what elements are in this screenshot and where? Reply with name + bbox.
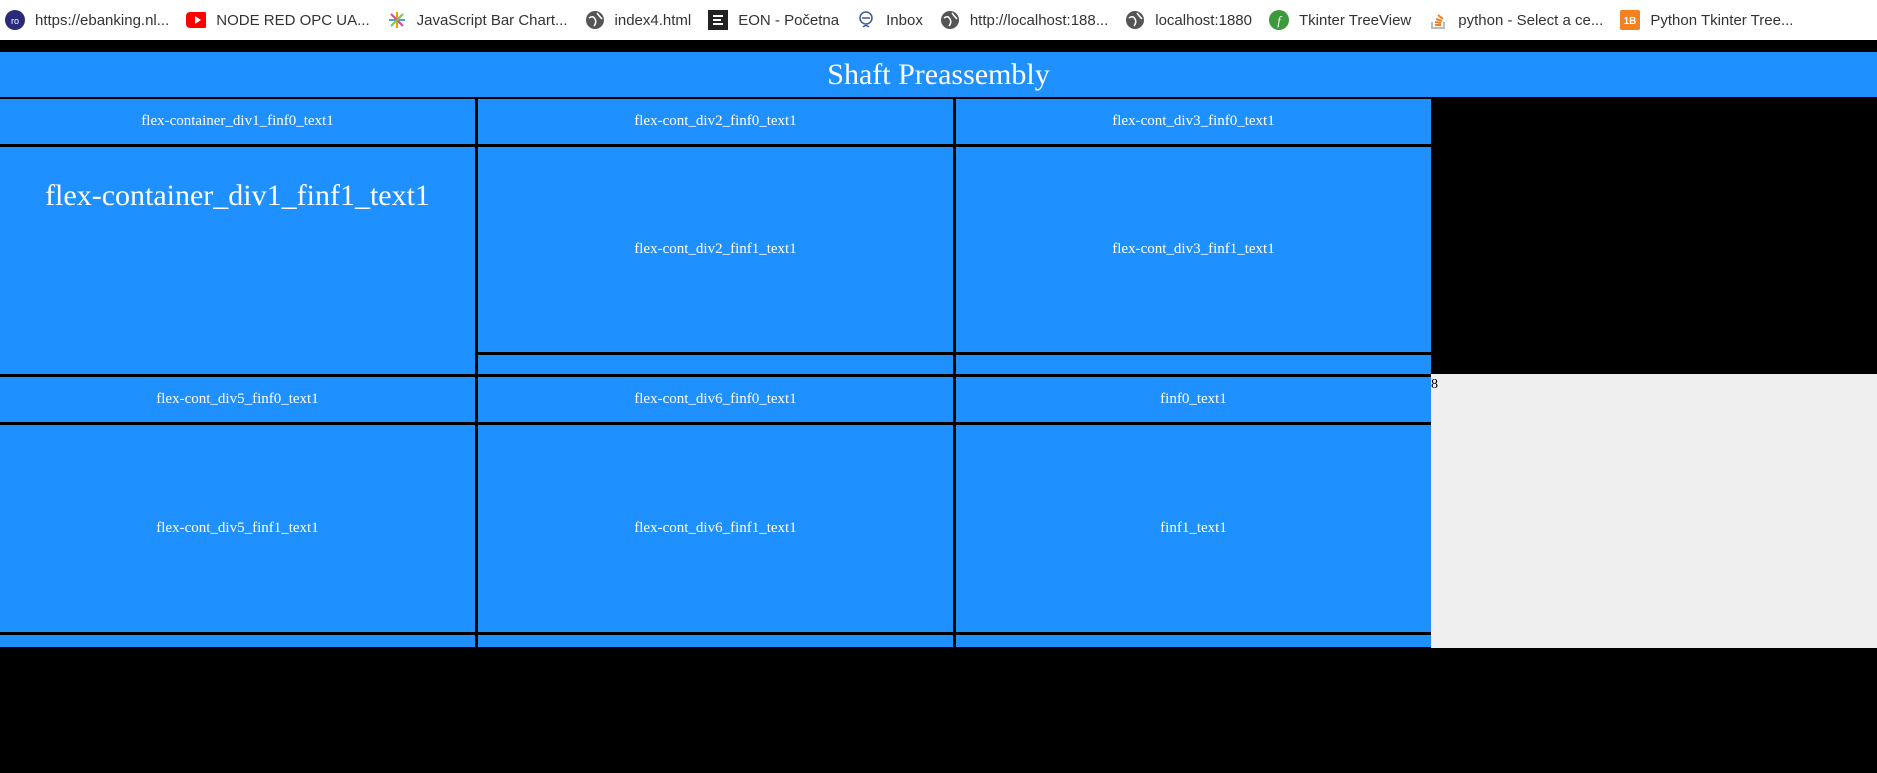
div7-footer-bar <box>956 635 1431 647</box>
stackoverflow-icon <box>1428 10 1448 30</box>
bookmark-label: Tkinter TreeView <box>1299 11 1412 29</box>
bookmark-eon[interactable]: EON - Početna <box>703 0 851 40</box>
bookmark-python-tkinter-tree[interactable]: 1B Python Tkinter Tree... <box>1615 0 1805 40</box>
mail-icon <box>856 10 876 30</box>
bookmark-node-red-opc[interactable]: NODE RED OPC UA... <box>181 0 381 40</box>
page-title: Shaft Preassembly <box>0 52 1877 97</box>
div6-footer-bar <box>478 635 953 647</box>
div7-finf0: finf0_text1 <box>956 377 1431 422</box>
div3-footer-bar <box>956 355 1431 374</box>
div1-finf0: flex-container_div1_finf0_text1 <box>0 99 475 144</box>
div6-finf0: flex-cont_div6_finf0_text1 <box>478 377 953 422</box>
div1-finf1: flex-container_div1_finf1_text1 <box>0 147 475 374</box>
globe-icon <box>940 10 960 30</box>
bookmark-js-bar-chart[interactable]: JavaScript Bar Chart... <box>382 0 580 40</box>
bookmark-python-select[interactable]: python - Select a ce... <box>1423 0 1615 40</box>
div2-finf0: flex-cont_div2_finf0_text1 <box>478 99 953 144</box>
sparkle-icon <box>387 10 407 30</box>
bookmark-label: localhost:1880 <box>1155 11 1252 29</box>
bookmark-label: Python Tkinter Tree... <box>1650 11 1794 29</box>
div6-finf1: flex-cont_div6_finf1_text1 <box>478 425 953 632</box>
bookmark-label: index4.html <box>614 11 692 29</box>
div3-finf0: flex-cont_div3_finf0_text1 <box>956 99 1431 144</box>
div5-footer-bar <box>0 635 475 647</box>
bookmark-localhost-188[interactable]: http://localhost:188... <box>935 0 1120 40</box>
bookmark-label: http://localhost:188... <box>969 11 1109 29</box>
bookmark-index4[interactable]: index4.html <box>580 0 704 40</box>
bookmark-label: Inbox <box>886 11 923 29</box>
div5-finf1: flex-cont_div5_finf1_text1 <box>0 425 475 632</box>
bookmarks-bar: ro https://ebanking.nl... NODE RED OPC U… <box>0 0 1877 40</box>
eon-icon <box>708 10 729 30</box>
div2-footer-bar <box>478 355 953 374</box>
bookmark-inbox[interactable]: Inbox <box>851 0 935 40</box>
div5-finf0: flex-cont_div5_finf0_text1 <box>0 377 475 422</box>
bookmark-label: JavaScript Bar Chart... <box>416 11 568 29</box>
svg-text:1B: 1B <box>1624 16 1637 27</box>
globe-icon <box>585 10 605 30</box>
bookmark-localhost-1880[interactable]: localhost:1880 <box>1120 0 1264 40</box>
bookmark-label: EON - Početna <box>738 11 840 29</box>
div2-finf1: flex-cont_div2_finf1_text1 <box>478 147 953 352</box>
bookmark-ebanking[interactable]: ro https://ebanking.nl... <box>0 0 181 40</box>
bookmark-label: NODE RED OPC UA... <box>216 11 370 29</box>
empty-area <box>1431 374 1877 648</box>
div7-finf1: finf1_text1 <box>956 425 1431 632</box>
bookmark-label: python - Select a ce... <box>1458 11 1604 29</box>
bookmark-tkinter-treeview[interactable]: f Tkinter TreeView <box>1264 0 1423 40</box>
leaf-icon: f <box>1269 10 1289 30</box>
youtube-icon <box>186 10 207 30</box>
tutorial-icon: 1B <box>1620 10 1641 30</box>
div3-finf1: flex-cont_div3_finf1_text1 <box>956 147 1431 352</box>
stray-number: 8 <box>1431 377 1438 392</box>
bank-icon: ro <box>5 10 25 30</box>
svg-text:ro: ro <box>11 16 19 26</box>
bookmark-label: https://ebanking.nl... <box>35 11 170 29</box>
globe-icon <box>1125 10 1145 30</box>
